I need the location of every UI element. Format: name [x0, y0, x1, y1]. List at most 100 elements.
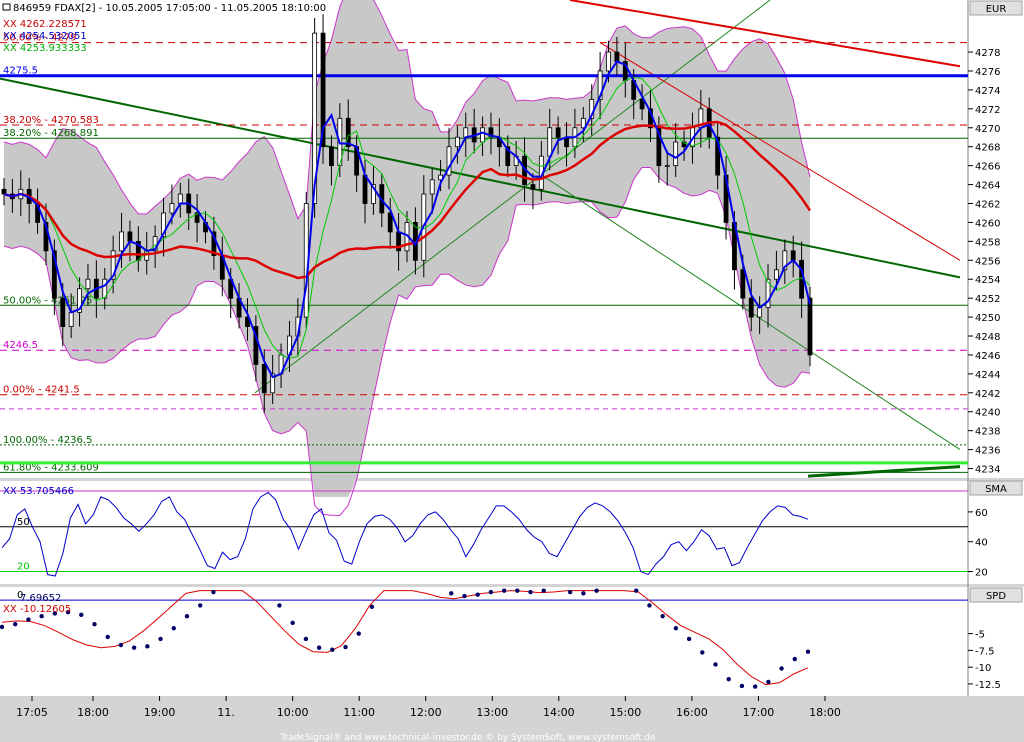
time-tick-label: 14:00 [543, 706, 575, 719]
spd-legend-entry: XX -10.12605 [3, 604, 71, 615]
price-tick-label: 4268 [975, 143, 1000, 154]
price-tick-label: 4278 [975, 48, 1000, 59]
spd-dot [356, 631, 361, 636]
spd-dot [567, 589, 573, 595]
time-tick-label: 11. [217, 706, 235, 719]
time-tick-label: 18:00 [809, 706, 841, 719]
price-tick-label: 4276 [975, 67, 1000, 78]
spd-dot [330, 647, 335, 652]
spd-dot [79, 612, 84, 618]
price-tick-label: 4258 [975, 237, 1000, 248]
candle-body [748, 297, 754, 318]
price-tick-label: 4236 [975, 446, 1000, 457]
time-tick-label: 10:00 [277, 706, 309, 719]
candle-body [127, 231, 133, 242]
spd-dot [792, 656, 797, 662]
spd-dot [171, 626, 176, 631]
spd-dot [290, 620, 295, 626]
time-tick-label: 17:05 [16, 706, 48, 719]
price-tick-label: 4242 [975, 389, 1000, 400]
sma-reference-label: 20 [17, 562, 30, 573]
spd-dot [145, 644, 150, 649]
spd-tick-label: -7.5 [975, 646, 995, 657]
candle-body [85, 278, 91, 290]
candle-body [177, 193, 183, 204]
time-tick-label: 18:00 [77, 706, 109, 719]
legend-layer: XX 4262.228571XX 4254.532051XX 4253.9333… [3, 19, 87, 54]
candle-body [757, 307, 763, 318]
panel-divider [0, 478, 1024, 481]
price-tick-label: 4246 [975, 351, 1000, 362]
spd-dot [594, 588, 599, 593]
price-tick-label: 4234 [975, 465, 1000, 476]
price-tick-label: 4244 [975, 370, 1000, 381]
price-tick-label: 4272 [975, 105, 1000, 116]
candle-body [362, 174, 368, 204]
spd-dot [369, 604, 375, 609]
spd-dot [105, 634, 110, 640]
sma-panel-bg [0, 481, 968, 584]
price-tick-label: 4254 [975, 275, 1000, 286]
spd-dot [766, 679, 771, 685]
candle-body [261, 364, 267, 394]
sma-tick-label: 40 [975, 538, 988, 549]
spd-dot [752, 684, 758, 689]
time-tick-label: 11:00 [343, 706, 375, 719]
price-tick-label: 4252 [975, 294, 1000, 305]
level-label: 100.00% - 4236.5 [3, 435, 92, 446]
level-label: 0.00% - 4241.5 [3, 385, 80, 396]
spd-dot [515, 588, 520, 593]
price-tick-label: 4238 [975, 427, 1000, 438]
candle-body [463, 127, 469, 138]
sma-tick-label: 60 [975, 508, 988, 519]
spd-dot [316, 645, 322, 650]
price-tick-label: 4262 [975, 200, 1000, 211]
spd-dot [197, 603, 203, 608]
time-tick-label: 12:00 [410, 706, 442, 719]
sma-reference-label: 50 [17, 517, 30, 528]
spd-legend-entry: 7.69652 [20, 593, 61, 604]
spd-dot [488, 589, 494, 595]
time-tick-label: 16:00 [676, 706, 708, 719]
spd-dot [581, 591, 586, 596]
candle-body [119, 231, 124, 252]
price-tick-label: 4274 [975, 86, 1000, 97]
chart-title: 846959 FDAX[2] - 10.05.2005 17:05:00 - 1… [13, 3, 326, 14]
eur-label: EUR [986, 4, 1007, 15]
time-tick-label: 17:00 [743, 706, 775, 719]
price-legend-entry: XX 4253.933333 [3, 43, 87, 54]
price-tick-label: 4248 [975, 332, 1000, 343]
spd-dot [277, 603, 282, 608]
price-tick-label: 4270 [975, 124, 1000, 135]
candle-body [547, 127, 553, 157]
spd-dot [660, 613, 665, 619]
candle-body [454, 136, 460, 148]
spd-dot [0, 624, 5, 630]
candle-body [429, 179, 435, 195]
spd-dot [92, 622, 97, 627]
spd-dot [462, 593, 467, 599]
price-tick-label: 4260 [975, 218, 1000, 229]
price-tick-label: 4240 [975, 408, 1000, 419]
price-legend-entry: XX 4254.532051 [3, 31, 87, 42]
spd-dot [805, 649, 811, 654]
sma-label: SMA [985, 484, 1007, 495]
time-tick-label: 15:00 [610, 706, 642, 719]
spd-dot [13, 622, 18, 627]
spd-dot [118, 642, 124, 648]
spd-dot [449, 591, 454, 596]
candle-body [169, 203, 175, 214]
price-tick-label: 4266 [975, 162, 1000, 173]
spd-dot [686, 636, 692, 642]
candle-body [807, 297, 813, 356]
spd-dot [647, 603, 652, 608]
sma-tick-label: 20 [975, 568, 988, 579]
chart-window-icon [2, 3, 11, 11]
spd-dot [634, 588, 639, 593]
candle-body [68, 311, 74, 327]
level-label: 4275.5 [3, 66, 38, 77]
candle-body [60, 297, 66, 327]
spd-dot [303, 636, 309, 642]
spd-dot [779, 666, 784, 671]
spd-dot [739, 683, 745, 689]
